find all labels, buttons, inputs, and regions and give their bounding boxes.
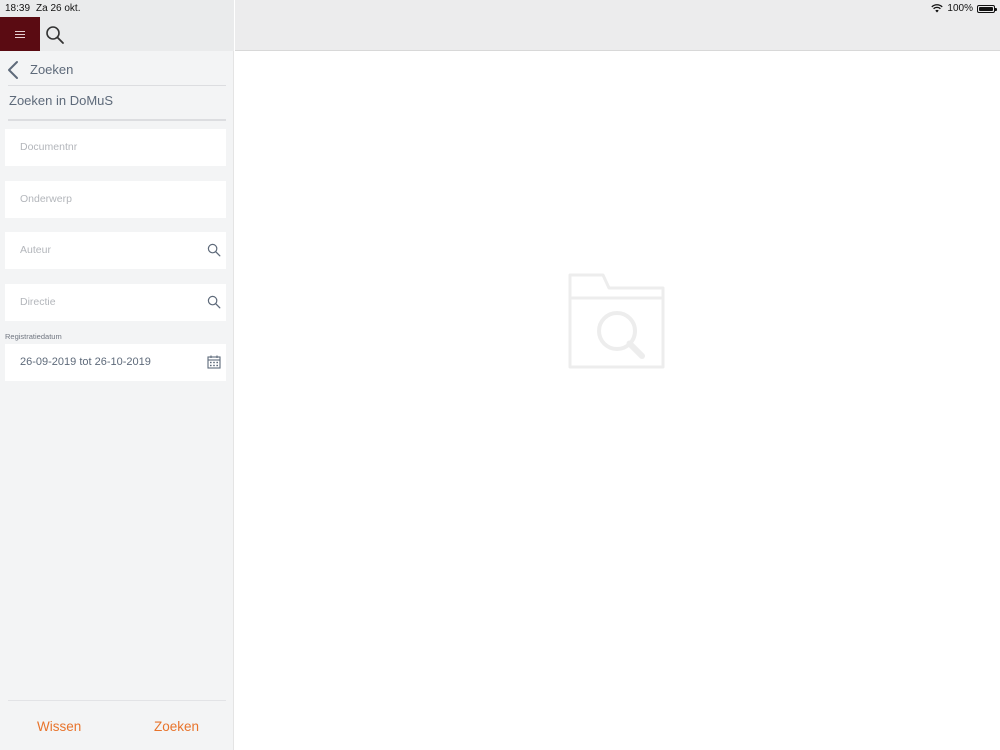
section-title: Zoeken in DoMuS bbox=[9, 93, 114, 108]
onderwerp-field[interactable]: Onderwerp bbox=[5, 181, 226, 218]
battery-icon bbox=[977, 4, 997, 13]
search-icon[interactable] bbox=[207, 243, 221, 257]
directie-field[interactable]: Directie bbox=[5, 284, 226, 321]
clear-button[interactable]: Wissen bbox=[37, 719, 81, 734]
hamburger-menu-icon bbox=[15, 30, 25, 38]
status-time: 18:39 bbox=[5, 3, 31, 14]
back-label: Zoeken bbox=[30, 62, 74, 77]
chevron-left-icon bbox=[8, 61, 18, 79]
search-sidebar: Zoeken Zoeken in DoMuS Documentnr Onderw… bbox=[0, 51, 234, 750]
calendar-icon[interactable] bbox=[207, 355, 221, 369]
status-bar: 18:39 Za 26 okt. 100% bbox=[0, 0, 1000, 17]
menu-button[interactable] bbox=[0, 17, 40, 51]
wifi-icon bbox=[931, 4, 944, 13]
field-placeholder: Directie bbox=[20, 296, 56, 308]
registratiedatum-field[interactable]: 26-09-2019 tot 26-10-2019 bbox=[5, 344, 226, 381]
status-right: 100% bbox=[931, 3, 997, 14]
registratiedatum-label: Registratiedatum bbox=[5, 332, 62, 341]
field-placeholder: Documentnr bbox=[20, 141, 78, 153]
auteur-field[interactable]: Auteur bbox=[5, 232, 226, 269]
field-placeholder: Onderwerp bbox=[20, 193, 72, 205]
search-icon[interactable] bbox=[45, 25, 65, 45]
divider bbox=[8, 700, 226, 701]
documentnr-field[interactable]: Documentnr bbox=[5, 129, 226, 166]
folder-search-icon bbox=[568, 273, 665, 369]
back-button[interactable]: Zoeken bbox=[0, 56, 234, 84]
battery-percentage: 100% bbox=[947, 3, 973, 14]
divider bbox=[8, 85, 226, 86]
field-placeholder: Auteur bbox=[20, 244, 51, 256]
date-range-value: 26-09-2019 tot 26-10-2019 bbox=[20, 356, 151, 368]
divider bbox=[8, 119, 226, 121]
status-date: Za 26 okt. bbox=[36, 3, 81, 14]
search-button[interactable]: Zoeken bbox=[154, 719, 199, 734]
search-icon[interactable] bbox=[207, 295, 221, 309]
